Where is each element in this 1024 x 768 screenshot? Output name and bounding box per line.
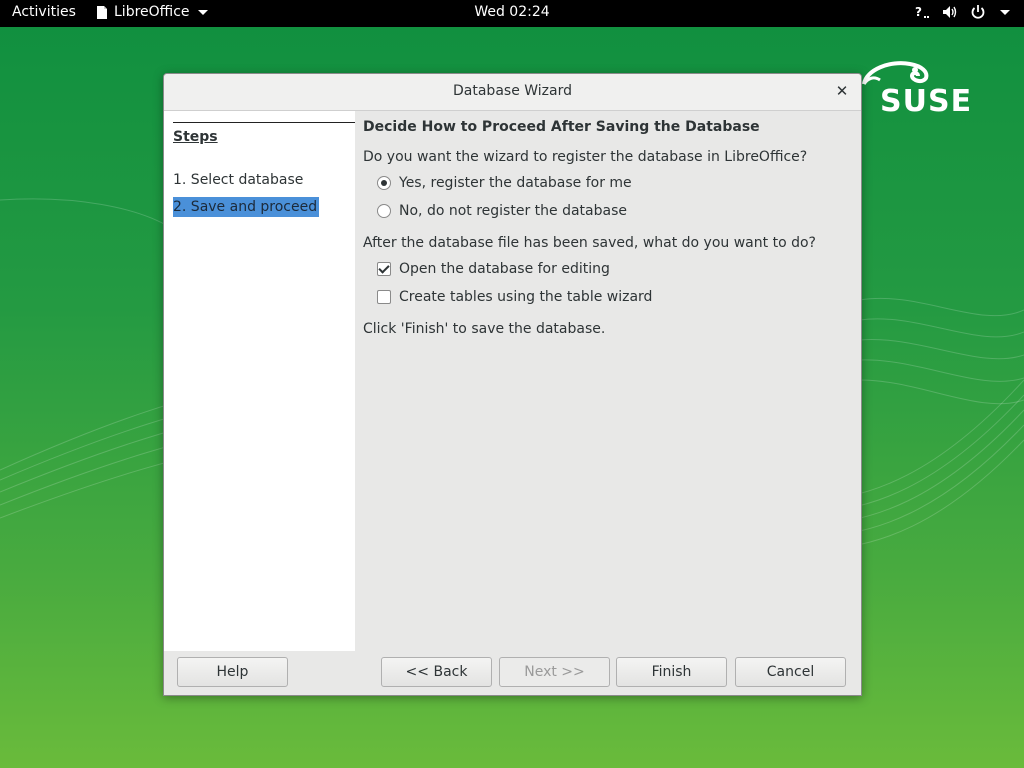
- finish-note: Click 'Finish' to save the database.: [363, 321, 606, 337]
- document-icon: [97, 5, 107, 19]
- radio-selected[interactable]: [377, 176, 391, 190]
- volume-icon: [943, 6, 957, 18]
- step-select-database[interactable]: 1. Select database: [173, 172, 305, 188]
- clock[interactable]: Wed 02:24: [474, 4, 549, 20]
- app-menu-label: LibreOffice: [114, 4, 190, 20]
- app-menu[interactable]: LibreOffice: [96, 4, 208, 20]
- network-unknown-icon: ?: [915, 5, 929, 19]
- after-save-question: After the database file has been saved, …: [363, 235, 816, 251]
- page-title: Decide How to Proceed After Saving the D…: [363, 119, 760, 135]
- create-tables-checkbox[interactable]: Create tables using the table wizard: [377, 289, 652, 305]
- finish-button[interactable]: Finish: [616, 657, 727, 687]
- suse-logo-text: SUSE: [880, 84, 973, 119]
- back-button[interactable]: << Back: [381, 657, 492, 687]
- open-for-editing-checkbox[interactable]: Open the database for editing: [377, 261, 610, 277]
- activities-button[interactable]: Activities: [12, 4, 76, 20]
- close-icon[interactable]: ✕: [833, 82, 851, 100]
- register-no-radio[interactable]: No, do not register the database: [377, 203, 627, 219]
- power-icon: [971, 5, 985, 19]
- checkbox-unchecked[interactable]: [377, 290, 391, 304]
- open-for-editing-label: Open the database for editing: [399, 261, 610, 277]
- database-wizard-dialog: Database Wizard ✕ Steps 1. Select databa…: [163, 73, 862, 696]
- register-no-label: No, do not register the database: [399, 203, 627, 219]
- cancel-button[interactable]: Cancel: [735, 657, 846, 687]
- system-tray[interactable]: ?: [914, 4, 1010, 20]
- dialog-titlebar[interactable]: Database Wizard ✕: [164, 74, 861, 111]
- radio-unselected[interactable]: [377, 204, 391, 218]
- steps-heading: Steps: [173, 129, 218, 145]
- next-button[interactable]: Next >>: [499, 657, 610, 687]
- steps-pane: Steps 1. Select database 2. Save and pro…: [164, 111, 355, 651]
- register-yes-label: Yes, register the database for me: [399, 175, 632, 191]
- register-yes-radio[interactable]: Yes, register the database for me: [377, 175, 632, 191]
- wizard-content: Decide How to Proceed After Saving the D…: [363, 111, 853, 651]
- help-button[interactable]: Help: [177, 657, 288, 687]
- checkbox-checked[interactable]: [377, 262, 391, 276]
- steps-divider: [173, 122, 355, 123]
- chevron-down-icon: [197, 9, 208, 15]
- create-tables-label: Create tables using the table wizard: [399, 289, 653, 305]
- dialog-title: Database Wizard: [453, 83, 572, 99]
- svg-text:?: ?: [915, 5, 922, 19]
- top-bar: Activities LibreOffice Wed 02:24 ?: [0, 0, 1024, 27]
- chevron-down-icon: [1000, 9, 1010, 15]
- step-save-and-proceed[interactable]: 2. Save and proceed: [173, 197, 320, 217]
- register-question: Do you want the wizard to register the d…: [363, 149, 808, 165]
